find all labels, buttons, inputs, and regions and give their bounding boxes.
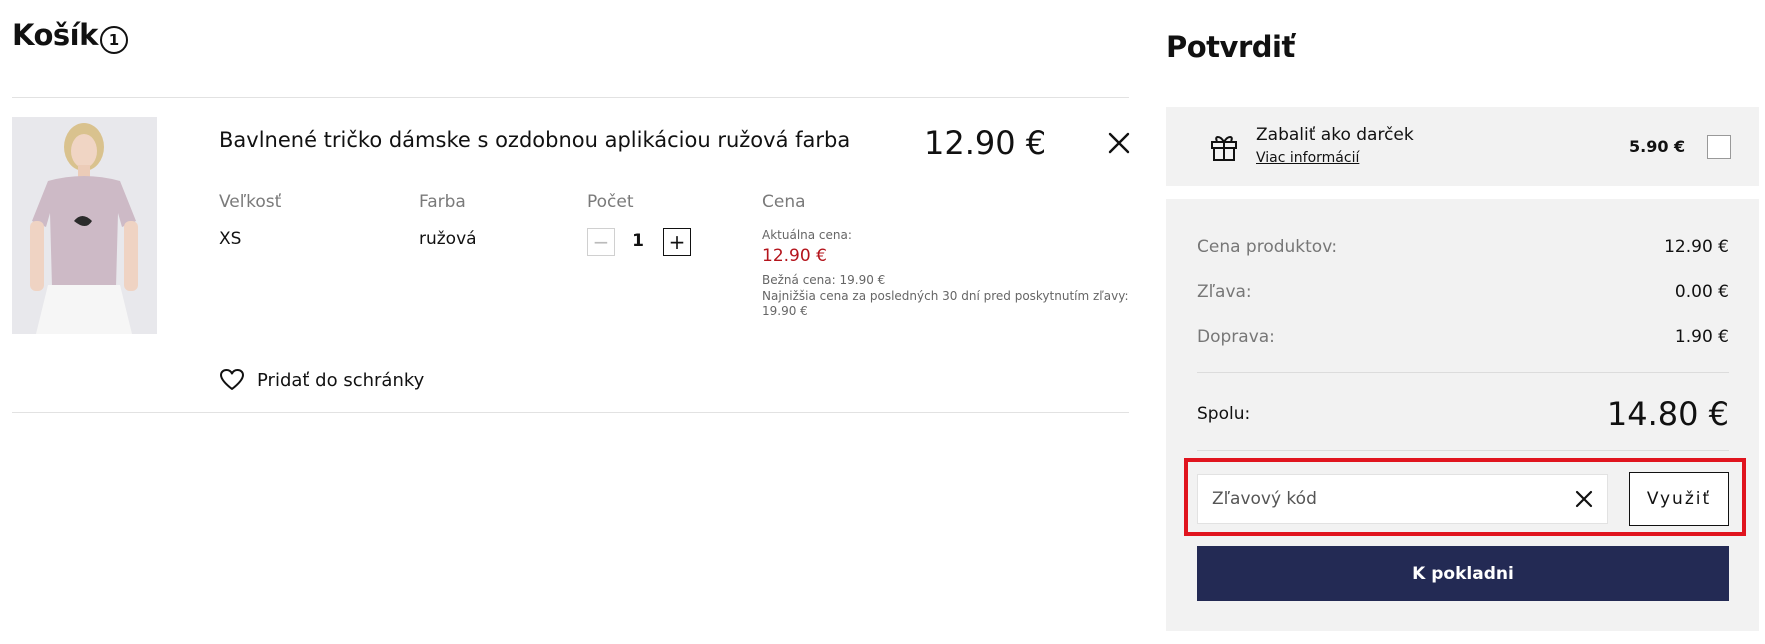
divider <box>12 97 1129 98</box>
discount-value: 0.00 € <box>1674 282 1729 302</box>
regular-price: Bežná cena: 19.90 € <box>762 273 886 287</box>
heart-icon <box>220 369 244 390</box>
products-price-value: 12.90 € <box>1664 237 1729 257</box>
summary-title: Potvrdiť <box>1166 30 1295 64</box>
lowest-price-value: 19.90 € <box>762 304 808 318</box>
product-photo <box>12 117 157 334</box>
product-price: 12.90 € <box>924 124 1047 162</box>
quantity-label: Počet <box>587 192 634 212</box>
gift-icon <box>1209 132 1239 166</box>
products-price-label: Cena produktov: <box>1197 237 1338 257</box>
color-label: Farba <box>419 192 466 212</box>
divider <box>1197 372 1729 373</box>
cart-count-badge: 1 <box>100 26 128 54</box>
total-label: Spolu: <box>1197 404 1251 424</box>
divider <box>1197 450 1729 451</box>
checkout-button[interactable]: K pokladni <box>1197 546 1729 601</box>
clear-coupon-button[interactable] <box>1571 486 1597 512</box>
gift-wrap-checkbox[interactable] <box>1707 135 1731 159</box>
discount-code-input[interactable] <box>1197 474 1608 524</box>
shipping-label: Doprava: <box>1197 327 1275 347</box>
wishlist-label: Pridať do schránky <box>257 369 425 391</box>
color-value: ružová <box>419 229 477 249</box>
remove-item-button[interactable] <box>1106 130 1132 156</box>
gift-more-info-link[interactable]: Viac informácií <box>1256 150 1359 166</box>
total-value: 14.80 € <box>1606 395 1729 433</box>
shipping-value: 1.90 € <box>1674 327 1729 347</box>
gift-wrap-label: Zabaliť ako darček <box>1256 125 1414 145</box>
quantity-increase-button[interactable]: + <box>663 228 691 256</box>
current-price: 12.90 € <box>762 246 827 266</box>
current-price-label: Aktuálna cena: <box>762 228 852 242</box>
size-label: Veľkosť <box>219 192 282 212</box>
quantity-decrease-button[interactable]: − <box>587 228 615 256</box>
product-image[interactable] <box>12 117 157 334</box>
price-label: Cena <box>762 192 806 212</box>
gift-wrap-price: 5.90 € <box>1629 137 1686 156</box>
add-to-wishlist-button[interactable]: Pridať do schránky <box>219 368 424 392</box>
discount-label: Zľava: <box>1197 282 1252 302</box>
product-name[interactable]: Bavlnené tričko dámske s ozdobnou apliká… <box>219 128 850 152</box>
plus-icon: + <box>668 230 686 254</box>
apply-coupon-button[interactable]: Využiť <box>1629 472 1729 526</box>
close-icon <box>1575 490 1593 508</box>
minus-icon: − <box>592 230 610 254</box>
size-value: XS <box>219 229 242 249</box>
close-icon <box>1108 132 1130 154</box>
divider <box>12 412 1129 413</box>
quantity-value: 1 <box>632 231 644 251</box>
page-title: Košík <box>12 18 98 52</box>
lowest-price-note: Najnižšia cena za posledných 30 dní pred… <box>762 289 1129 303</box>
